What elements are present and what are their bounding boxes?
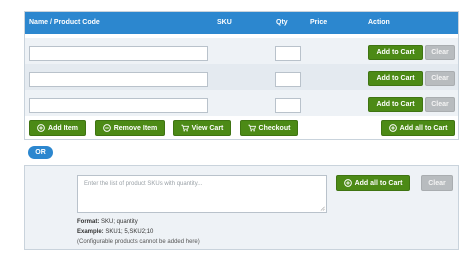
view-cart-button[interactable]: View Cart [173,120,231,136]
sku-list-textarea[interactable]: Enter the list of product SKUs with quan… [77,175,327,213]
add-to-cart-button[interactable]: Add to Cart [368,71,423,86]
header-name: Name / Product Code [29,19,100,26]
table-row: Add to Cart Clear [25,90,458,116]
format-help: Format: SKU; quantity Example: SKU1; 5,S… [77,217,200,247]
view-cart-label: View Cart [191,124,224,132]
cart-icon [247,124,256,132]
add-item-button[interactable]: Add Item [29,120,86,136]
qty-input[interactable] [275,98,301,113]
header-qty: Qty [276,19,288,26]
add-to-cart-button[interactable]: Add to Cart [368,45,423,60]
format-line: Format: SKU; quantity [77,217,200,227]
checkout-label: Checkout [258,124,291,132]
table-row: Add to Cart Clear [25,64,458,90]
header-action: Action [368,19,390,26]
clear-button[interactable]: Clear [425,45,455,60]
qty-input[interactable] [275,72,301,87]
bulk-add-all-to-cart-button[interactable]: Add all to Cart [336,175,410,191]
example-label: Example: [77,229,104,235]
format-label: Format: [77,219,100,225]
clear-button[interactable]: Clear [425,97,455,112]
example-value: SKU1; 5,SKU2;10 [105,229,154,235]
product-code-input[interactable] [29,98,208,113]
table-row: Add to Cart Clear [25,38,458,64]
qty-input[interactable] [275,46,301,61]
add-all-to-cart-button[interactable]: Add all to Cart [381,120,455,136]
checkout-button[interactable]: Checkout [240,120,298,136]
plus-circle-icon [343,179,352,187]
header-price: Price [310,19,328,26]
format-value: SKU; quantity [101,219,138,225]
plus-circle-icon [388,124,397,132]
sku-list-placeholder: Enter the list of product SKUs with quan… [84,181,203,187]
clear-button[interactable]: Clear [425,71,455,86]
minus-circle-icon [102,124,111,132]
resize-grip-icon[interactable] [320,206,325,211]
quick-order-table: Name / Product Code SKU Qty Price Action… [24,11,459,140]
or-separator: OR [28,146,53,159]
bulk-sku-panel: Enter the list of product SKUs with quan… [24,165,459,250]
add-item-label: Add Item [48,124,78,132]
table-header: Name / Product Code SKU Qty Price Action [25,12,458,34]
remove-item-label: Remove Item [113,124,158,132]
add-all-label: Add all to Cart [399,124,448,132]
configurable-note: (Configurable products cannot be added h… [77,239,200,245]
product-code-input[interactable] [29,46,208,61]
plus-circle-icon [37,124,45,132]
header-sku: SKU [217,19,232,26]
add-to-cart-button[interactable]: Add to Cart [368,97,423,112]
cart-icon [181,124,189,132]
example-line: Example: SKU1; 5,SKU2;10 [77,227,200,237]
bulk-clear-button[interactable]: Clear [421,175,453,191]
product-code-input[interactable] [29,72,208,87]
bulk-add-all-label: Add all to Cart [354,179,403,187]
remove-item-button[interactable]: Remove Item [95,120,165,136]
